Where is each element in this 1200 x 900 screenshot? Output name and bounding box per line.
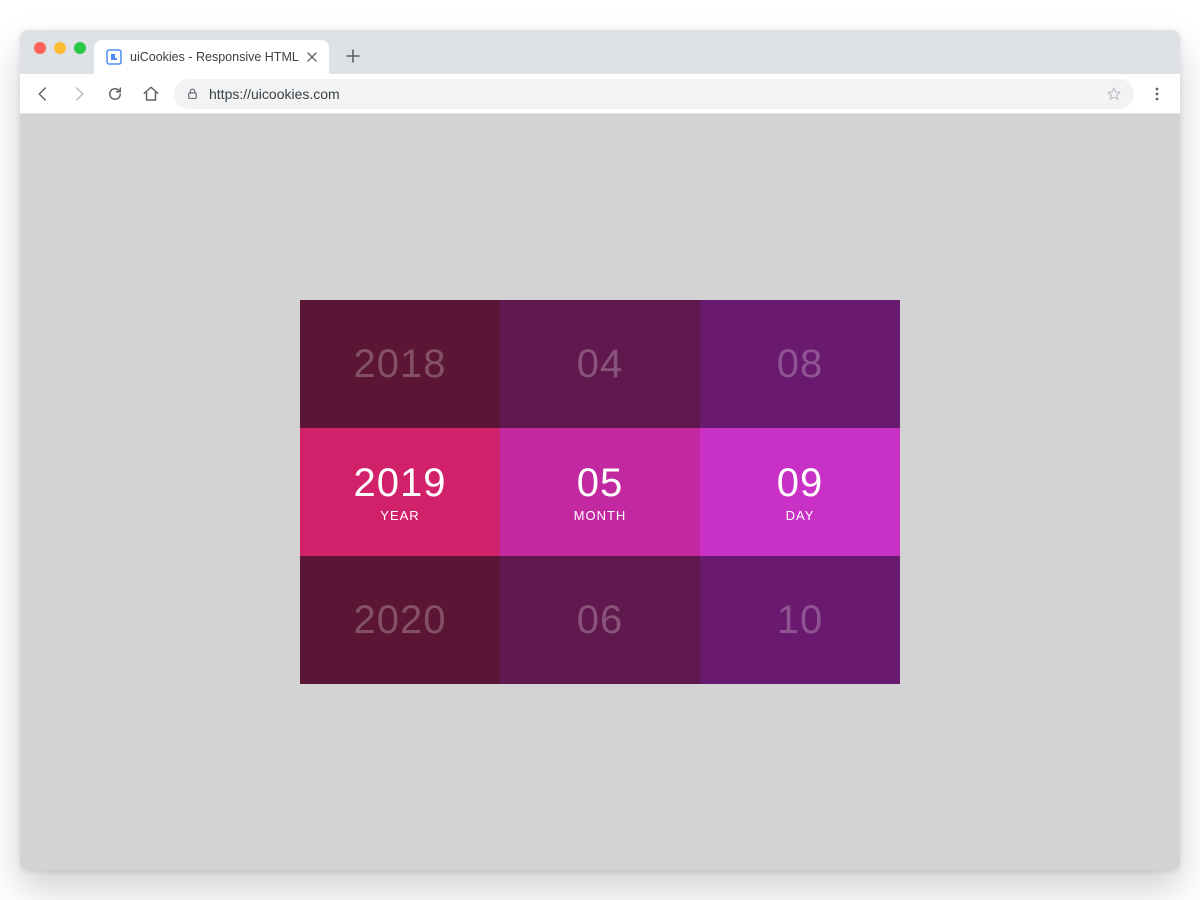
- year-prev-value: 2018: [354, 342, 447, 387]
- browser-menu-button[interactable]: [1144, 81, 1170, 107]
- back-button[interactable]: [30, 81, 56, 107]
- year-label: YEAR: [380, 508, 419, 523]
- month-next-value: 06: [577, 598, 624, 643]
- year-next-value: 2020: [354, 598, 447, 643]
- url-text: https://uicookies.com: [209, 86, 1096, 102]
- day-prev-cell[interactable]: 08: [700, 300, 900, 428]
- day-next-value: 10: [777, 598, 824, 643]
- year-current-cell[interactable]: 2019 YEAR: [300, 428, 500, 556]
- address-bar[interactable]: https://uicookies.com: [174, 79, 1134, 109]
- tab-title: uiCookies - Responsive HTML: [130, 50, 299, 64]
- lock-icon: [186, 87, 199, 100]
- window-maximize-button[interactable]: [74, 42, 86, 54]
- page-viewport: 2018 04 08 2019 YEAR 05 MONTH 09 DAY 202…: [20, 114, 1180, 870]
- month-next-cell[interactable]: 06: [500, 556, 700, 684]
- month-prev-value: 04: [577, 342, 624, 387]
- month-label: MONTH: [574, 508, 627, 523]
- day-current-cell[interactable]: 09 DAY: [700, 428, 900, 556]
- bookmark-star-icon[interactable]: [1106, 86, 1122, 102]
- window-controls: [28, 42, 94, 62]
- forward-button[interactable]: [66, 81, 92, 107]
- tab-close-icon[interactable]: [307, 52, 317, 62]
- date-picker: 2018 04 08 2019 YEAR 05 MONTH 09 DAY 202…: [300, 300, 900, 684]
- month-current-value: 05: [577, 461, 624, 506]
- tab-strip: uiCookies - Responsive HTML: [20, 30, 1180, 74]
- day-current-value: 09: [777, 461, 824, 506]
- window-close-button[interactable]: [34, 42, 46, 54]
- home-button[interactable]: [138, 81, 164, 107]
- favicon-icon: [106, 49, 122, 65]
- new-tab-button[interactable]: [339, 42, 367, 70]
- year-next-cell[interactable]: 2020: [300, 556, 500, 684]
- month-current-cell[interactable]: 05 MONTH: [500, 428, 700, 556]
- reload-button[interactable]: [102, 81, 128, 107]
- month-prev-cell[interactable]: 04: [500, 300, 700, 428]
- year-current-value: 2019: [354, 461, 447, 506]
- year-prev-cell[interactable]: 2018: [300, 300, 500, 428]
- window-minimize-button[interactable]: [54, 42, 66, 54]
- day-next-cell[interactable]: 10: [700, 556, 900, 684]
- day-prev-value: 08: [777, 342, 824, 387]
- browser-tab[interactable]: uiCookies - Responsive HTML: [94, 40, 329, 74]
- browser-window: uiCookies - Responsive HTML https://uico…: [20, 30, 1180, 870]
- day-label: DAY: [786, 508, 815, 523]
- browser-toolbar: https://uicookies.com: [20, 74, 1180, 114]
